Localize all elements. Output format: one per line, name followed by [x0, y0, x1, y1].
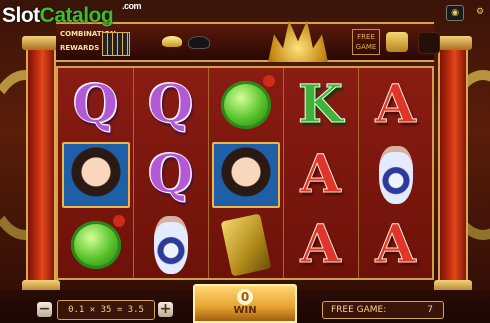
slotcatalog-logo: SlotCatalog .com — [2, 1, 142, 27]
golden-crown-icon — [268, 20, 328, 62]
reel-area: Q QQ KAA AA — [56, 66, 434, 280]
reel-cell — [210, 210, 281, 279]
symbol-a: A — [300, 213, 341, 275]
coin-counter-icon[interactable]: ◉ — [446, 5, 464, 21]
vase-symbol-icon — [153, 215, 188, 274]
symbol-q: Q — [72, 73, 119, 135]
reel-cell: A — [360, 70, 431, 139]
reel-cell — [210, 70, 281, 139]
reel-cell: Q — [60, 70, 131, 139]
portrait-symbol-icon — [61, 141, 130, 208]
slot-game-screen: COMBINATION REWARDS FREE GAME SlotCatalo… — [0, 0, 490, 323]
reel-2: QQ — [133, 68, 209, 278]
reel-grid-icon — [102, 32, 130, 56]
vase-symbol-icon — [378, 145, 413, 204]
settings-gear-icon[interactable]: ⚙ — [472, 5, 488, 19]
win-panel: 0 WIN — [193, 284, 297, 323]
jade-symbol-icon — [70, 214, 125, 269]
reel-cell: A — [360, 210, 431, 279]
reel-cell: A — [285, 210, 356, 279]
reel-5: AA — [358, 68, 433, 278]
jade-symbol-icon — [220, 74, 275, 129]
combination-rewards-bar: COMBINATION REWARDS FREE GAME — [56, 20, 440, 62]
reel-3 — [208, 68, 284, 278]
reel-4: KAA — [283, 68, 359, 278]
symbol-a: A — [375, 73, 416, 135]
symbol-a: A — [300, 143, 341, 205]
reel-cell: Q — [135, 70, 206, 139]
symbol-k: K — [297, 73, 344, 135]
symbol-q: Q — [147, 143, 194, 205]
symbol-a: A — [375, 213, 416, 275]
portrait-symbol-icon — [211, 141, 280, 208]
bet-display: 0.1 ✕ 35 = 3.5 — [57, 300, 155, 320]
seal-symbol-icon — [220, 212, 271, 277]
dark-toad-icon — [418, 32, 440, 54]
gold-ingot-icon — [162, 32, 184, 52]
golden-toad-icon — [386, 32, 408, 52]
free-game-box: FREE GAME — [352, 29, 380, 55]
free-games-count: 7 — [427, 305, 433, 315]
reel-cell — [60, 140, 131, 209]
win-label: WIN — [233, 305, 257, 316]
reel-cell — [135, 210, 206, 279]
reel-cell: K — [285, 70, 356, 139]
symbol-q: Q — [147, 73, 194, 135]
bet-decrease-button[interactable]: − — [37, 302, 52, 317]
rewards-label: REWARDS — [60, 44, 100, 52]
reel-cell — [360, 140, 431, 209]
right-pillar — [434, 36, 472, 294]
win-value: 0 — [237, 289, 253, 305]
bet-increase-button[interactable]: + — [158, 302, 173, 317]
reel-cell: A — [285, 140, 356, 209]
free-games-panel: FREE GAME: 7 — [322, 301, 444, 319]
reel-cell — [60, 210, 131, 279]
reel-1: Q — [58, 68, 134, 278]
free-games-label: FREE GAME: — [331, 305, 387, 315]
left-pillar — [22, 36, 60, 294]
black-ingot-icon — [188, 32, 210, 52]
reel-cell — [210, 140, 281, 209]
reel-cell: Q — [135, 140, 206, 209]
